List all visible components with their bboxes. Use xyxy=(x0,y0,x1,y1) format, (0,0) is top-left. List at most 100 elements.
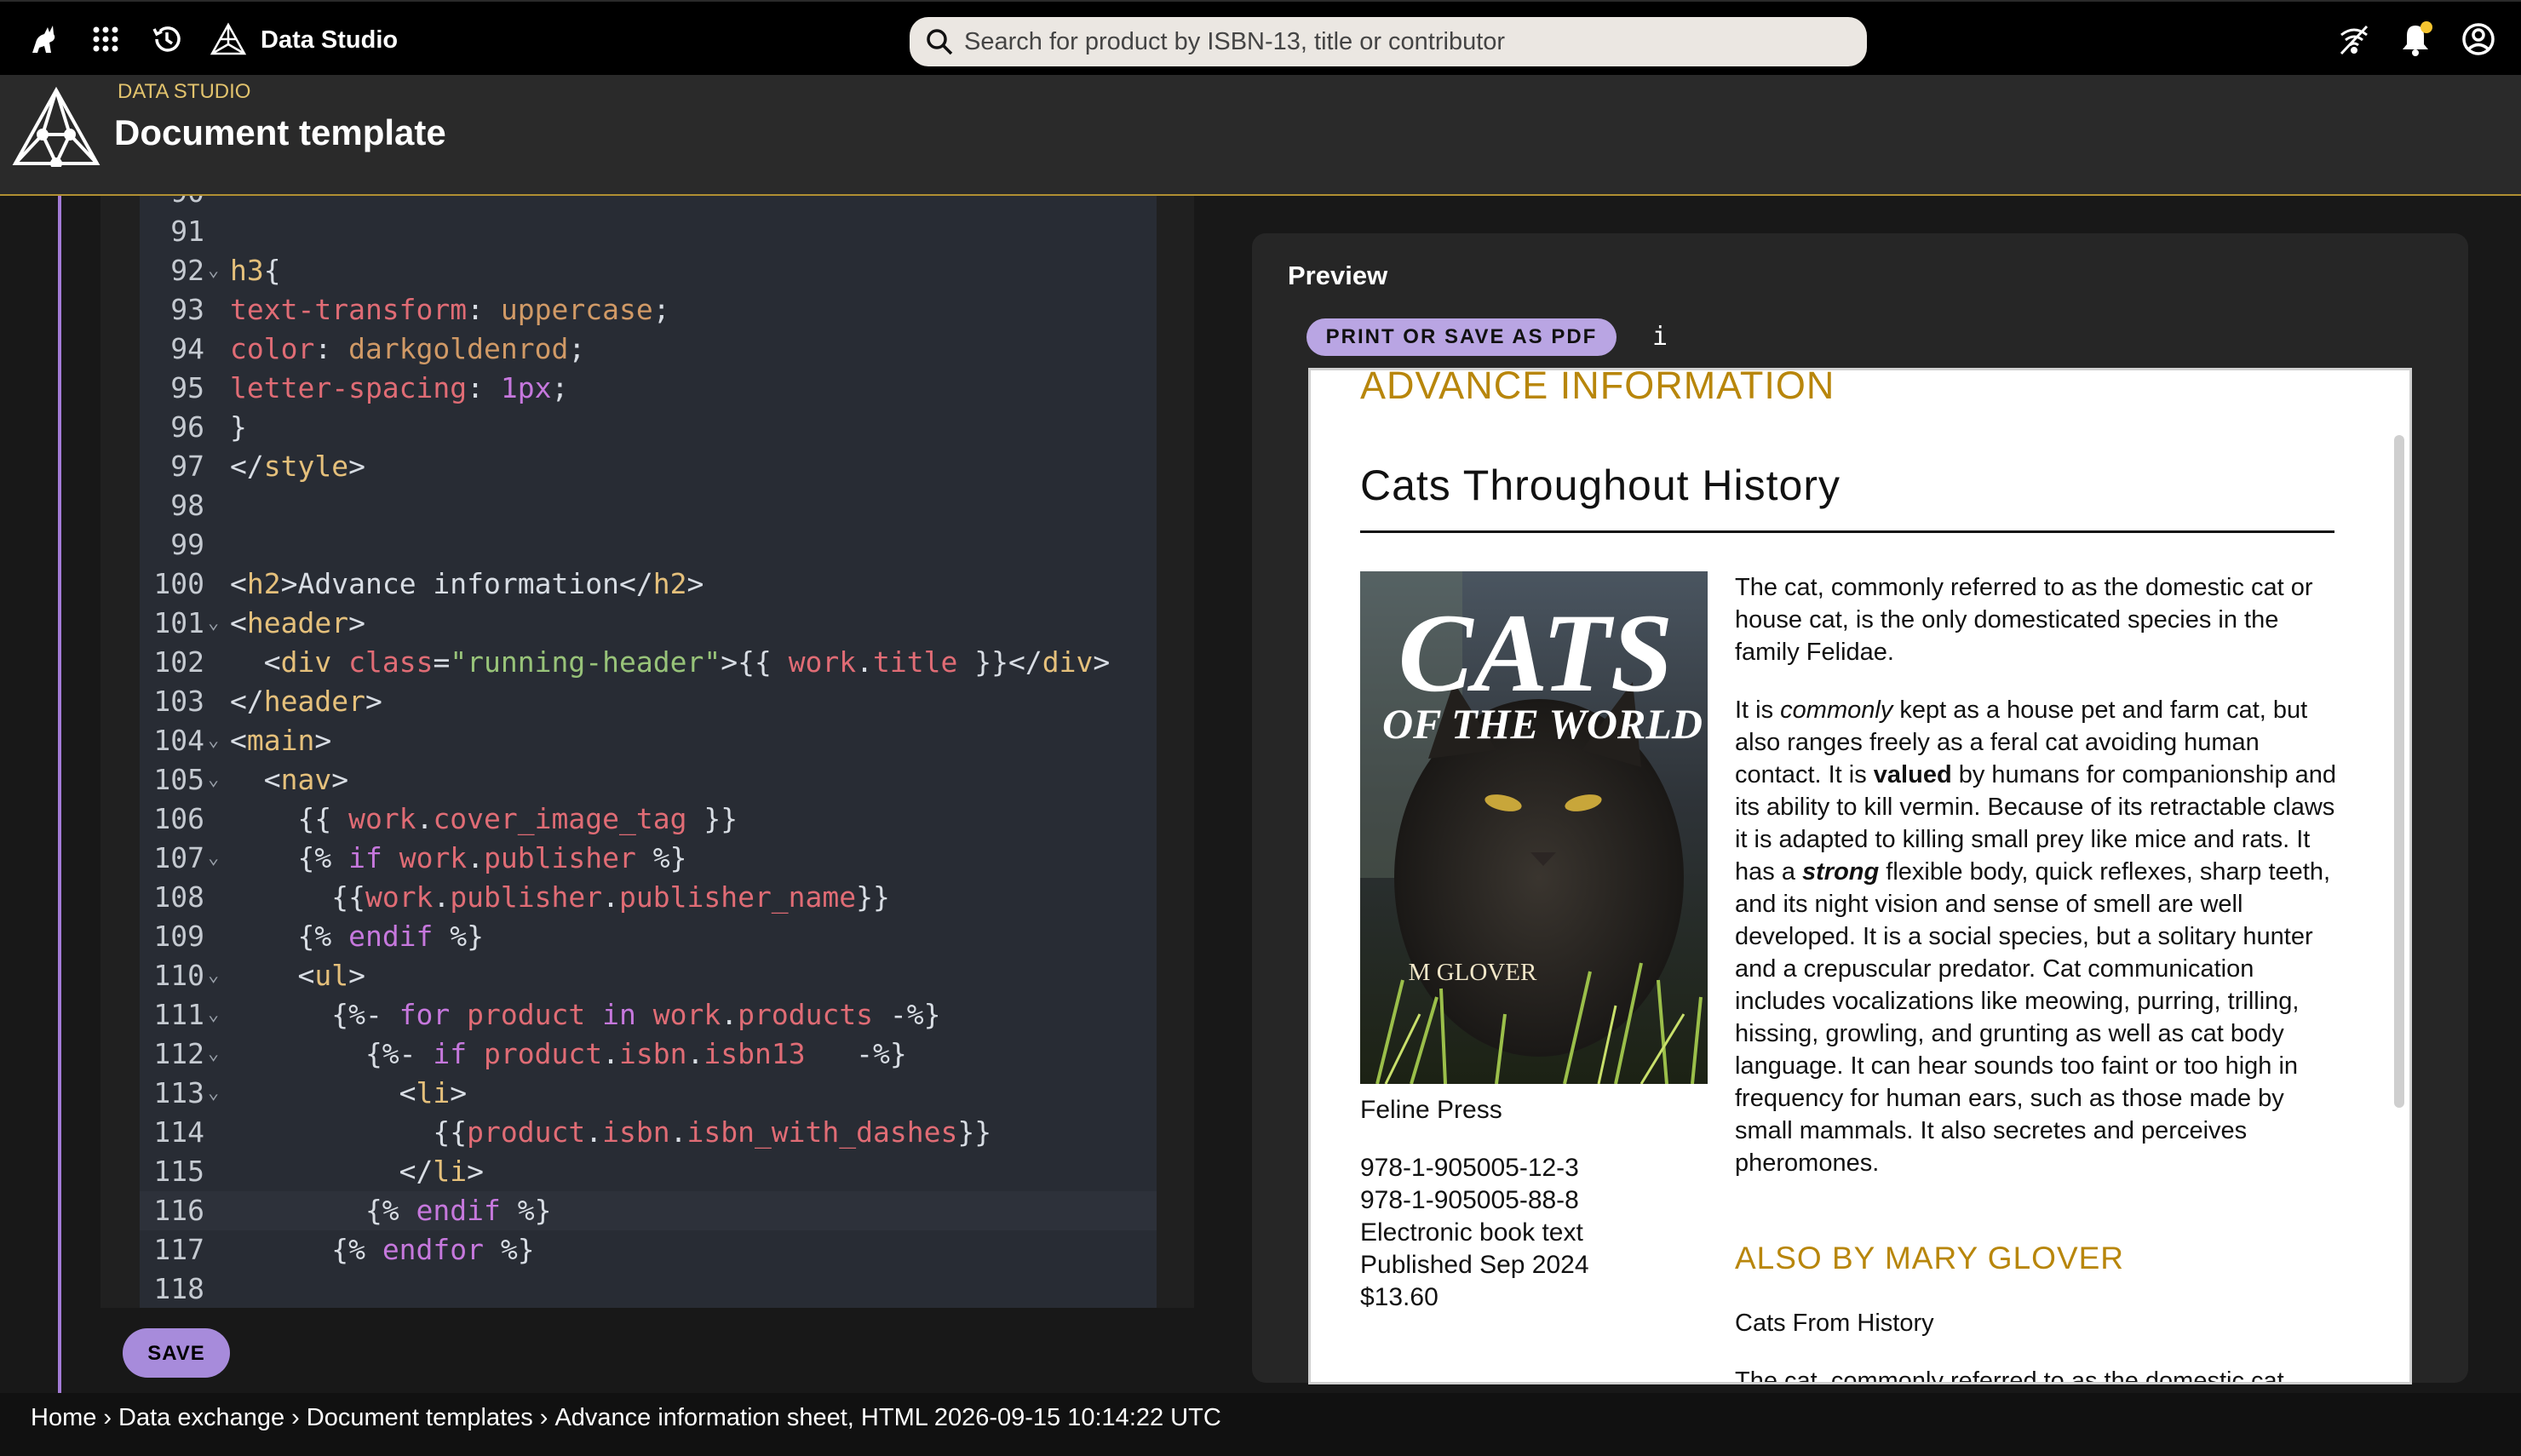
code-line[interactable]: 117 {% endfor %} xyxy=(140,1230,1157,1270)
cat-logo-icon[interactable] xyxy=(24,19,65,60)
code-line[interactable]: 109 {% endif %} xyxy=(140,917,1157,956)
code-text: <nav> xyxy=(230,763,349,796)
data-studio-logo-icon[interactable] xyxy=(208,19,249,60)
code-line[interactable]: 96} xyxy=(140,408,1157,447)
code-line[interactable]: 111 ⌄ {%- for product in work.products -%… xyxy=(140,995,1157,1035)
account-icon[interactable] xyxy=(2458,19,2499,60)
breadcrumb-document-templates[interactable]: Document templates xyxy=(307,1404,533,1431)
fold-chevron-icon[interactable]: ⌄ xyxy=(208,995,219,1035)
breadcrumb-data-exchange[interactable]: Data exchange xyxy=(118,1404,284,1431)
line-number: 114 xyxy=(153,1115,204,1149)
code-text: </style> xyxy=(230,450,365,483)
code-line[interactable]: 108 {{work.publisher.publisher_name}} xyxy=(140,878,1157,917)
code-line[interactable]: 100 <h2>Advance information</h2> xyxy=(140,565,1157,604)
cover-subtitle: OF THE WORLD xyxy=(1382,700,1703,748)
code-text: {% endif %} xyxy=(230,920,485,953)
line-number: 115 xyxy=(153,1155,204,1188)
code-line[interactable]: 92 ⌄ h3{ xyxy=(140,251,1157,290)
fold-chevron-icon[interactable]: ⌄ xyxy=(208,760,219,800)
search-icon xyxy=(925,27,954,60)
fold-chevron-icon[interactable]: ⌄ xyxy=(208,604,219,643)
print-pdf-button[interactable]: PRINT OR SAVE AS PDF xyxy=(1306,318,1617,356)
code-line[interactable]: 112 ⌄ {%- if product.isbn.isbn13 -%} xyxy=(140,1035,1157,1074)
code-line[interactable]: 114 {{product.isbn.isbn_with_dashes}} xyxy=(140,1113,1157,1152)
code-text: <header> xyxy=(230,606,365,639)
search-bar[interactable]: Search for product by ISBN-13, title or … xyxy=(910,17,1867,66)
line-number: 90 xyxy=(146,196,204,212)
code-line[interactable]: 102 <div class="running-header">{{ work.… xyxy=(140,643,1157,682)
apps-grid-icon[interactable] xyxy=(85,19,126,60)
code-text: {%- if product.isbn.isbn13 -%} xyxy=(230,1037,907,1070)
code-line[interactable]: 101 ⌄ <header> xyxy=(140,604,1157,643)
line-number: 118 xyxy=(153,1272,204,1305)
preview-document[interactable]: ADVANCE INFORMATION Cats Throughout Hist… xyxy=(1308,368,2412,1384)
publication-date: Published Sep 2024 xyxy=(1360,1251,1589,1279)
history-icon[interactable] xyxy=(146,19,187,60)
line-number: 95 xyxy=(170,371,204,404)
code-line[interactable]: 93 text-transform: uppercase; xyxy=(140,290,1157,330)
code-line[interactable]: 97 </style> xyxy=(140,447,1157,486)
save-button[interactable]: SAVE xyxy=(123,1328,230,1378)
line-number: 96 xyxy=(170,410,204,444)
description-paragraph-2: It is commonly kept as a house pet and f… xyxy=(1735,696,2337,1177)
info-icon[interactable]: i xyxy=(1647,318,1673,356)
code-line[interactable]: 94 color: darkgoldenrod; xyxy=(140,330,1157,369)
breadcrumb-separator: › xyxy=(291,1404,300,1431)
book-cover-image: CATS OF THE WORLD M GLOVER xyxy=(1360,571,1708,1084)
line-number: 116 xyxy=(153,1194,204,1227)
fold-chevron-icon[interactable]: ⌄ xyxy=(208,839,219,878)
code-text: color: darkgoldenrod; xyxy=(230,332,586,365)
code-line[interactable]: 104 ⌄ <main> xyxy=(140,721,1157,760)
search-input[interactable]: Search for product by ISBN-13, title or … xyxy=(964,17,1505,66)
code-line[interactable]: 98 xyxy=(140,486,1157,525)
line-number: 91 xyxy=(170,215,204,248)
code-line[interactable]: 103 </header> xyxy=(140,682,1157,721)
line-number: 112 xyxy=(153,1037,204,1070)
line-number: 92 xyxy=(170,254,204,287)
line-number: 101 xyxy=(153,606,204,639)
network-off-icon[interactable] xyxy=(2334,19,2375,60)
code-line[interactable]: 95 letter-spacing: 1px; xyxy=(140,369,1157,408)
fold-chevron-icon[interactable]: ⌄ xyxy=(208,721,219,760)
fold-chevron-icon[interactable]: ⌄ xyxy=(208,1035,219,1074)
top-bar: Data Studio Search for product by ISBN-1… xyxy=(0,0,2521,75)
preview-scrollbar[interactable] xyxy=(2394,435,2404,1108)
code-line[interactable]: 99 xyxy=(140,525,1157,565)
fold-chevron-icon[interactable]: ⌄ xyxy=(208,251,219,290)
section-heading: ADVANCE INFORMATION xyxy=(1360,368,1835,407)
bell-icon[interactable] xyxy=(2395,19,2436,60)
app-name[interactable]: Data Studio xyxy=(261,22,398,58)
code-line[interactable]: 113 ⌄ <li> xyxy=(140,1074,1157,1113)
code-line[interactable]: 90 xyxy=(140,196,1157,212)
fold-chevron-icon[interactable]: ⌄ xyxy=(208,956,219,995)
left-accent-bar xyxy=(58,196,61,1395)
code-line[interactable]: 115 </li> xyxy=(140,1152,1157,1191)
code-line[interactable]: 110 ⌄ <ul> xyxy=(140,956,1157,995)
code-line[interactable]: 118 xyxy=(140,1270,1157,1308)
fold-chevron-icon[interactable]: ⌄ xyxy=(208,1074,219,1113)
code-line[interactable]: 116 {% endif %} xyxy=(140,1191,1157,1230)
code-text: </li> xyxy=(230,1155,485,1188)
line-number: 98 xyxy=(170,489,204,522)
cover-author: M GLOVER xyxy=(1409,959,1537,986)
code-text: <main> xyxy=(230,724,332,757)
code-text: <h2>Advance information</h2> xyxy=(230,567,704,600)
line-number: 105 xyxy=(153,763,204,796)
code-line[interactable]: 106 {{ work.cover_image_tag }} xyxy=(140,800,1157,839)
breadcrumb-separator: › xyxy=(539,1404,548,1431)
code-text: {{product.isbn.isbn_with_dashes}} xyxy=(230,1115,992,1149)
also-by-description: The cat, commonly referred to as the dom… xyxy=(1735,1367,2284,1384)
product-details: Feline Press 978-1-905005-12-3 978-1-905… xyxy=(1360,1094,1718,1314)
code-line[interactable]: 107 ⌄ {% if work.publisher %} xyxy=(140,839,1157,878)
page-eyebrow: DATA STUDIO xyxy=(118,80,251,103)
code-editor[interactable]: 90 9192⌄h3{93text-transform: uppercase;94… xyxy=(140,196,1157,1308)
breadcrumb-current: Advance information sheet, HTML 2026-09-… xyxy=(554,1404,1221,1431)
code-text: </header> xyxy=(230,685,382,718)
code-line[interactable]: 91 xyxy=(140,212,1157,251)
line-number: 100 xyxy=(153,567,204,600)
breadcrumb-home[interactable]: Home xyxy=(31,1404,96,1431)
line-number: 103 xyxy=(153,685,204,718)
also-by-heading: ALSO BY MARY GLOVER xyxy=(1735,1241,2125,1275)
code-line[interactable]: 105 ⌄ <nav> xyxy=(140,760,1157,800)
code-text: letter-spacing: 1px; xyxy=(230,371,569,404)
